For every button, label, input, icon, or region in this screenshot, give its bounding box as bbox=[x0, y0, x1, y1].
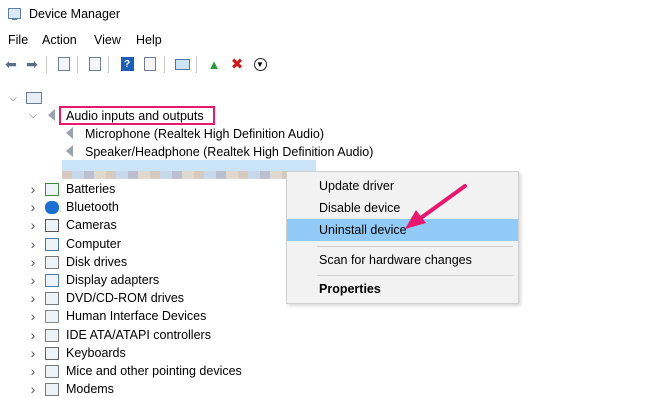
hid-icon bbox=[45, 310, 59, 324]
details-icon[interactable] bbox=[141, 55, 159, 73]
show-hide-icon[interactable] bbox=[86, 55, 104, 73]
disk-drive-icon bbox=[45, 255, 59, 269]
menu-item-properties[interactable]: Properties bbox=[287, 278, 518, 300]
tree-item-label: Mice and other pointing devices bbox=[66, 364, 242, 378]
menu-separator bbox=[317, 275, 513, 276]
window-title: Device Manager bbox=[29, 7, 121, 21]
computer-icon bbox=[26, 92, 42, 104]
chevron-right-icon[interactable]: › bbox=[28, 253, 38, 271]
obscured-device-name bbox=[62, 171, 292, 179]
tree-item-category[interactable]: › Keyboards bbox=[28, 344, 288, 362]
menu-item-disable-device[interactable]: Disable device bbox=[287, 197, 518, 219]
menu-separator bbox=[317, 246, 513, 247]
tree-item-category[interactable]: › DVD/CD-ROM drives bbox=[28, 289, 288, 307]
chevron-right-icon[interactable]: › bbox=[28, 180, 38, 198]
dvd-drive-icon bbox=[45, 292, 59, 306]
keyboard-icon bbox=[45, 346, 59, 360]
tree-item-category[interactable]: › Disk drives bbox=[28, 253, 288, 271]
menu-bar: File Action View Help bbox=[0, 31, 650, 51]
tree-item-label: Microphone (Realtek High Definition Audi… bbox=[85, 127, 325, 141]
tree-item-label: Human Interface Devices bbox=[66, 309, 207, 324]
tree-item-label: Speaker/Headphone (Realtek High Definiti… bbox=[85, 145, 374, 159]
toolbar-separator bbox=[164, 56, 165, 73]
download-icon[interactable]: ▼ bbox=[251, 55, 269, 73]
tree-item-label: Computer bbox=[66, 236, 121, 251]
camera-icon bbox=[45, 219, 59, 233]
properties-icon[interactable] bbox=[55, 55, 73, 73]
computer-icon bbox=[45, 237, 59, 251]
toolbar-separator bbox=[196, 56, 197, 73]
context-menu: Update driver Disable device Uninstall d… bbox=[286, 171, 519, 304]
tree-item-label: Display adapters bbox=[66, 273, 160, 287]
tree-item-category[interactable]: › Human Interface Devices bbox=[28, 307, 288, 325]
menu-view[interactable]: View bbox=[93, 33, 122, 47]
tree-item-label: Cameras bbox=[66, 218, 117, 233]
tree-item-category[interactable]: › Display adapters bbox=[28, 271, 288, 289]
ide-controller-icon bbox=[45, 328, 59, 342]
title-bar: Device Manager bbox=[0, 0, 650, 29]
speaker-icon bbox=[66, 145, 73, 157]
tree-item-label: IDE ATA/ATAPI controllers bbox=[66, 327, 211, 342]
bluetooth-icon bbox=[45, 201, 59, 215]
toolbar-separator bbox=[108, 56, 109, 73]
chevron-down-icon[interactable]: ⌵ bbox=[28, 107, 38, 125]
menu-help[interactable]: Help bbox=[135, 33, 163, 47]
chevron-right-icon[interactable]: › bbox=[28, 326, 38, 344]
menu-item-update-driver[interactable]: Update driver bbox=[287, 175, 518, 197]
tree-item-label: Batteries bbox=[66, 182, 116, 196]
chevron-right-icon[interactable]: › bbox=[28, 235, 38, 253]
device-manager-icon bbox=[8, 8, 21, 20]
chevron-right-icon[interactable]: › bbox=[28, 216, 38, 234]
back-arrow-icon[interactable]: ⬅ bbox=[2, 55, 20, 73]
annotation-highlight-box bbox=[59, 106, 215, 125]
chevron-right-icon[interactable]: › bbox=[28, 362, 38, 380]
tree-item-label: DVD/CD-ROM drives bbox=[66, 291, 185, 306]
tree-item-label: Keyboards bbox=[66, 345, 126, 360]
tree-item-label: Bluetooth bbox=[66, 200, 119, 215]
help-icon[interactable]: ? bbox=[118, 55, 136, 73]
battery-icon bbox=[45, 183, 59, 196]
tree-item-microphone[interactable]: Microphone (Realtek High Definition Audi… bbox=[66, 125, 366, 143]
chevron-right-icon[interactable]: › bbox=[28, 307, 38, 325]
chevron-right-icon[interactable]: › bbox=[28, 271, 38, 289]
toolbar-separator bbox=[46, 56, 47, 73]
mouse-icon bbox=[45, 365, 59, 378]
chevron-down-icon[interactable]: ⌵ bbox=[8, 90, 18, 108]
display-adapter-icon bbox=[45, 274, 59, 287]
chevron-right-icon[interactable]: › bbox=[28, 380, 38, 398]
update-driver-icon[interactable]: ▲ bbox=[205, 55, 223, 73]
tree-item-category[interactable]: › Bluetooth bbox=[28, 198, 288, 216]
tree-item-label: Modems bbox=[66, 382, 114, 397]
chevron-right-icon[interactable]: › bbox=[28, 344, 38, 362]
menu-item-scan-hardware[interactable]: Scan for hardware changes bbox=[287, 249, 518, 271]
speaker-icon bbox=[48, 109, 55, 121]
tree-item-label: Disk drives bbox=[66, 254, 128, 269]
chevron-right-icon[interactable]: › bbox=[28, 198, 38, 216]
tree-item-speaker[interactable]: Speaker/Headphone (Realtek High Definiti… bbox=[66, 143, 386, 161]
tree-item-category[interactable]: › Batteries bbox=[28, 180, 288, 198]
monitor-icon[interactable] bbox=[173, 55, 191, 73]
toolbar: ⬅ ➡ ? ▲ ✖ ▼ bbox=[0, 52, 650, 77]
modem-icon bbox=[45, 383, 59, 397]
tree-item-category[interactable]: › Mice and other pointing devices bbox=[28, 362, 288, 380]
tree-item-category[interactable]: › IDE ATA/ATAPI controllers bbox=[28, 326, 288, 344]
menu-item-uninstall-device[interactable]: Uninstall device bbox=[287, 219, 518, 241]
uninstall-icon[interactable]: ✖ bbox=[228, 55, 246, 73]
speaker-icon bbox=[66, 127, 73, 139]
tree-item-category[interactable]: › Computer bbox=[28, 235, 288, 253]
chevron-right-icon[interactable]: › bbox=[28, 289, 38, 307]
menu-file[interactable]: File bbox=[7, 33, 29, 47]
tree-item-category[interactable]: › Modems bbox=[28, 380, 288, 398]
tree-item-category[interactable]: › Cameras bbox=[28, 216, 288, 234]
forward-arrow-icon[interactable]: ➡ bbox=[23, 55, 41, 73]
toolbar-separator bbox=[77, 56, 78, 73]
menu-action[interactable]: Action bbox=[41, 33, 78, 47]
